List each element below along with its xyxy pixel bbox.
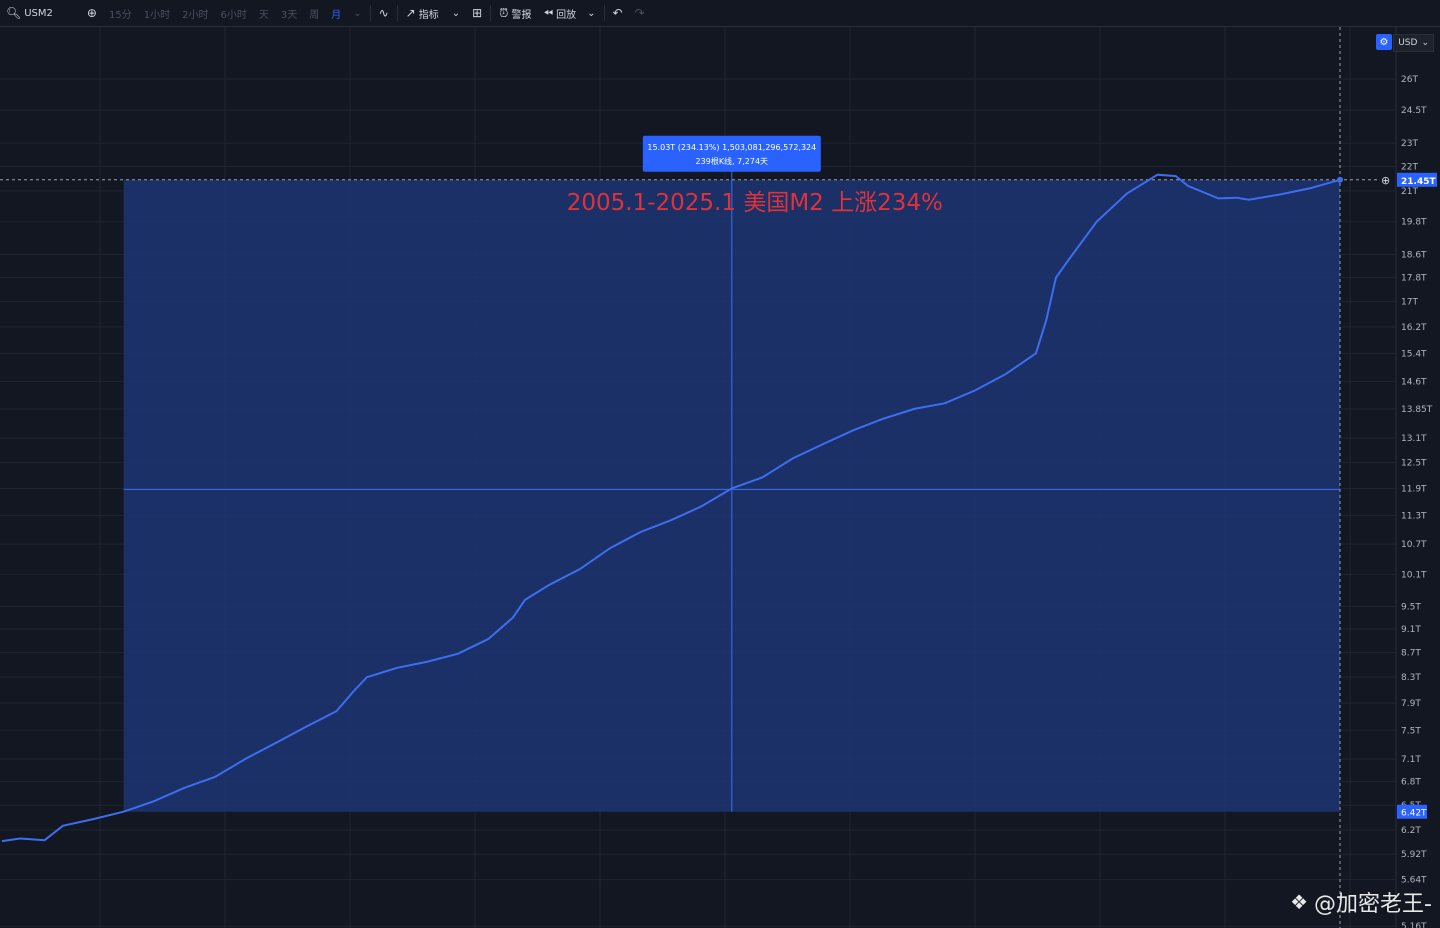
price-tick-label: 11.3T: [1401, 512, 1427, 522]
interval-dropdown[interactable]: ⌄: [347, 0, 367, 26]
scale-settings-button[interactable]: ⚙: [1376, 34, 1392, 50]
price-tick-label: 9.5T: [1401, 602, 1421, 612]
toolbar-divider: [490, 5, 492, 21]
indicators-label: 指标: [418, 9, 439, 21]
price-tick-label: 5.16T: [1401, 922, 1427, 928]
redo-button[interactable]: ↷: [629, 0, 651, 26]
price-tick-label: 7.1T: [1401, 755, 1421, 765]
price-tick-label: 5.64T: [1401, 876, 1427, 886]
binance-logo-icon: ❖: [1290, 890, 1309, 914]
price-tick-label: 8.7T: [1401, 649, 1421, 659]
interval-6h[interactable]: 6小时: [214, 0, 252, 26]
price-tick-label: 5.92T: [1401, 850, 1427, 860]
indicators-button[interactable]: ↗ 指标 ⌄: [400, 0, 466, 26]
chart-area[interactable]: 26T 24.5T 23T 22T 21T 19.8T 18.6T 17.8T 17T 16.2T…: [0, 27, 1440, 928]
interval-1h[interactable]: 1小时: [138, 0, 176, 26]
undo-icon: ↶: [612, 6, 623, 20]
undo-button[interactable]: ↶: [607, 0, 629, 26]
price-tick-label: 12.5T: [1401, 459, 1427, 469]
price-tick-label: 17T: [1401, 298, 1418, 308]
redo-icon: ↷: [634, 6, 645, 20]
price-tick-label: 26T: [1401, 75, 1418, 85]
replay-button[interactable]: ⏪︎ 回放 ⌄: [538, 0, 602, 26]
add-symbol-button[interactable]: ⊕: [81, 0, 103, 26]
add-alert-plus-icon: ⊕: [1381, 174, 1390, 187]
price-tick-label: 7.9T: [1401, 699, 1421, 709]
m2-line-chart[interactable]: 26T 24.5T 23T 22T 21T 19.8T 18.6T 17.8T 17T 16.2T…: [0, 27, 1440, 928]
price-tick-label: 22T: [1401, 163, 1418, 173]
chevron-down-icon: ⌄: [451, 7, 461, 19]
price-tick-label: 18.6T: [1401, 250, 1427, 260]
rewind-icon: ⏪︎: [543, 6, 554, 20]
price-tick-label: 10.1T: [1401, 570, 1427, 580]
alarm-clock-icon: ⏰︎: [499, 6, 509, 20]
chevron-down-icon: ⌄: [353, 7, 362, 19]
measure-tooltip-line1: 15.03T (234.13%) 1,503,081,296,572,324: [647, 143, 816, 152]
price-tick-label: 14.6T: [1401, 377, 1427, 387]
chevron-down-icon: ⌄: [1421, 38, 1429, 48]
price-tick-label: 8.3T: [1401, 673, 1421, 683]
grid-layout-icon: ⊞: [472, 6, 483, 20]
toolbar-divider: [369, 5, 371, 21]
price-tick-label: 23T: [1401, 139, 1418, 149]
watermark-text: @加密老王-: [1314, 892, 1432, 917]
symbol-search[interactable]: 🔍︎ USM2: [0, 0, 59, 26]
alerts-button[interactable]: ⏰︎ 警报: [493, 0, 537, 26]
price-tick-label: 6.2T: [1401, 826, 1421, 836]
currency-selector[interactable]: USD ⌄: [1393, 34, 1434, 52]
measure-tooltip-line2: 239根K线, 7,274天: [696, 156, 769, 166]
plus-circle-icon: ⊕: [86, 6, 97, 20]
interval-1w[interactable]: 周: [303, 0, 325, 26]
top-toolbar: 🔍︎ USM2 ⊕ 15分 1小时 2小时 6小时 天 3天 周 月 ⌄ ∿ ↗…: [0, 0, 1440, 27]
layout-button[interactable]: ⊞: [466, 0, 488, 26]
currency-label: USD: [1398, 38, 1418, 48]
price-tick-label: 19.8T: [1401, 218, 1427, 228]
interval-15m[interactable]: 15分: [103, 0, 138, 26]
interval-1d[interactable]: 天: [253, 0, 275, 26]
replay-label: 回放: [556, 9, 577, 21]
symbol-label: USM2: [24, 7, 53, 19]
chevron-down-icon: ⌄: [587, 7, 596, 19]
chart-annotation-text: 2005.1-2025.1 美国M2 上涨234%: [567, 190, 943, 216]
toolbar-divider: [396, 5, 398, 21]
price-tick-label: 15.4T: [1401, 349, 1427, 359]
indicators-icon: ↗: [405, 6, 416, 20]
price-tick-label: 21T: [1401, 187, 1418, 197]
last-point-marker: [1337, 176, 1343, 183]
range-start-label: 6.42T: [1401, 809, 1427, 819]
line-chart-icon: ∿: [378, 6, 389, 20]
price-tick-label: 9.1T: [1401, 625, 1421, 635]
price-tick-label: 16.2T: [1401, 323, 1427, 333]
price-tick-label: 11.9T: [1401, 484, 1427, 494]
alerts-label: 警报: [511, 9, 532, 21]
measure-tooltip-box: [642, 135, 821, 172]
chart-type-button[interactable]: ∿: [373, 0, 395, 26]
last-value-label: 21.45T: [1401, 177, 1436, 187]
price-tick-label: 6.8T: [1401, 778, 1421, 788]
toolbar-divider: [603, 5, 605, 21]
watermark: ❖ @加密老王-: [1290, 886, 1432, 918]
price-tick-label: 7.5T: [1401, 726, 1421, 736]
interval-1mo[interactable]: 月: [325, 0, 347, 26]
price-tick-label: 13.85T: [1401, 405, 1433, 415]
price-tick-label: 10.7T: [1401, 540, 1427, 550]
interval-2h[interactable]: 2小时: [176, 0, 214, 26]
price-tick-label: 17.8T: [1401, 273, 1427, 283]
price-tick-label: 13.1T: [1401, 434, 1427, 444]
search-icon: 🔍︎: [6, 6, 22, 20]
interval-3d[interactable]: 3天: [275, 0, 303, 26]
price-tick-label: 24.5T: [1401, 106, 1427, 116]
settings-icon: ⚙: [1379, 36, 1389, 48]
